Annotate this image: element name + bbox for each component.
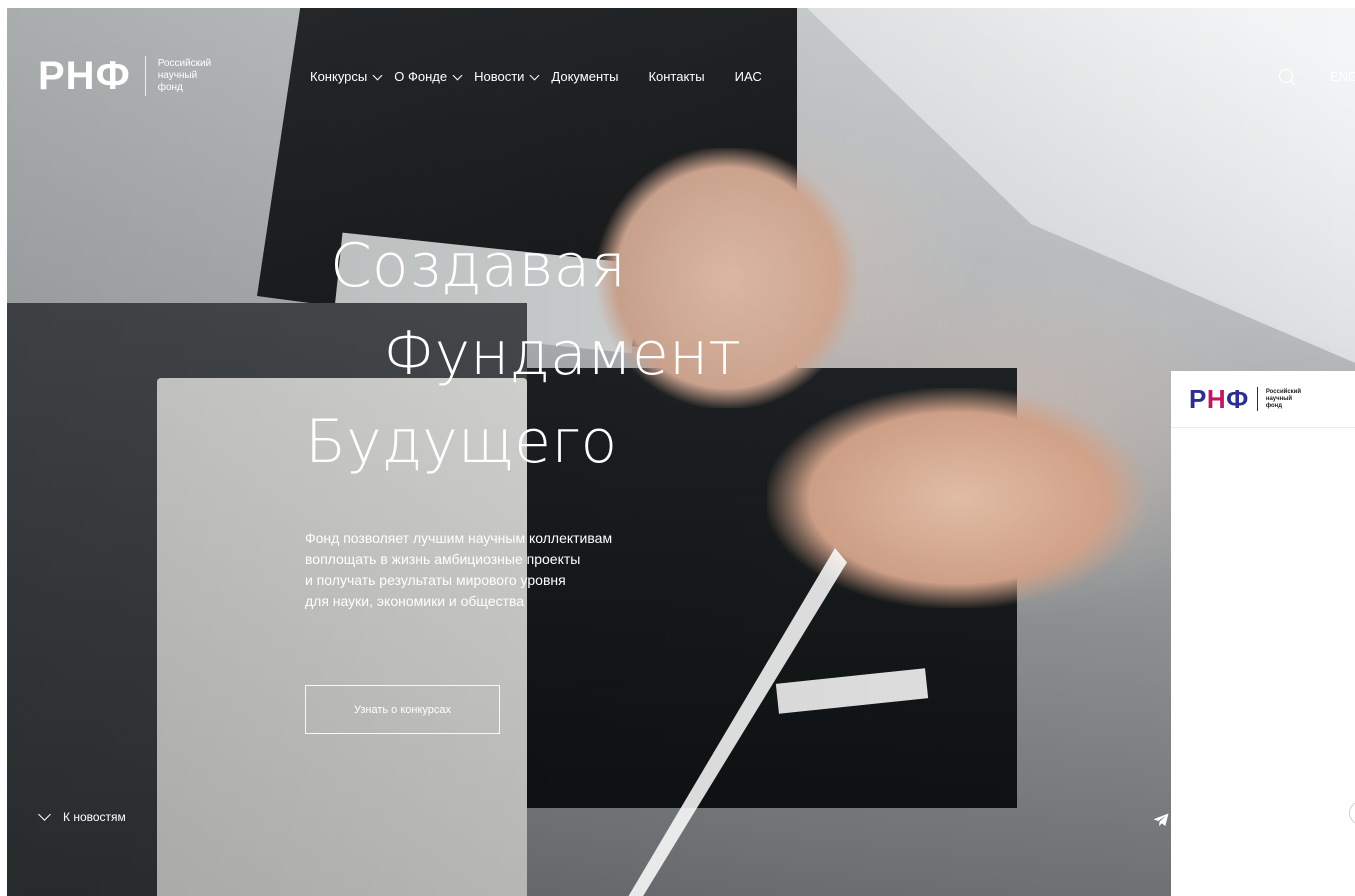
hero-lead-line: Фонд позволяет лучшим научным коллектива… <box>305 530 613 546</box>
panel-logo-mark[interactable]: РНФ <box>1189 386 1249 412</box>
panel-logo-subtitle-line: научный <box>1265 395 1293 402</box>
nav-item-label: Контакты <box>648 69 705 84</box>
logo-subtitle-line: Российский <box>157 58 212 69</box>
telegram-icon[interactable] <box>1153 813 1169 827</box>
panel-header: РНФ Российский научный фонд <box>1171 371 1355 428</box>
logo-mark: РНФ <box>38 54 131 98</box>
nav-item-label: О Фонде <box>394 69 448 84</box>
nav-item-ias[interactable]: ИАС <box>735 68 762 86</box>
nav-item-konkursy[interactable]: Конкурсы <box>310 68 383 86</box>
panel-logo-letter: Ф <box>1226 384 1249 414</box>
to-news-link[interactable]: К новостям <box>38 807 126 824</box>
nav-item-o-fonde[interactable]: О Фонде <box>394 68 463 86</box>
chevron-down-icon <box>372 70 383 80</box>
panel-logo-subtitle-line: Российский <box>1265 388 1302 395</box>
panel-logo-letter: Н <box>1206 384 1227 414</box>
chevron-down-icon <box>38 807 51 821</box>
to-news-label: К новостям <box>63 810 126 824</box>
search-icon[interactable] <box>1278 68 1296 86</box>
panel-circle-button[interactable] <box>1349 801 1355 825</box>
nav-item-kontakty[interactable]: Контакты <box>648 68 704 86</box>
panel-logo-letter: Р <box>1189 384 1207 414</box>
nav-item-label: Конкурсы <box>310 69 368 84</box>
nav-item-dokumenty[interactable]: Документы <box>551 68 618 86</box>
logo-divider <box>144 56 146 96</box>
nav-item-novosti[interactable]: Новости <box>474 68 540 86</box>
side-panel: РНФ Российский научный фонд <box>1171 371 1355 896</box>
hero-lead-line: и получать результаты мирового уровня <box>305 572 566 588</box>
panel-logo-subtitle-line: фонд <box>1265 402 1283 409</box>
logo-subtitle: Российский научный фонд <box>158 58 212 94</box>
chevron-down-icon <box>529 70 540 80</box>
language-switch[interactable]: ENG <box>1330 69 1355 84</box>
hero-lead-line: воплощать в жизнь амбициозные проекты <box>305 551 581 567</box>
nav-item-label: Документы <box>551 69 619 84</box>
chevron-down-icon <box>452 70 463 80</box>
hero-headline-line: Создавая <box>330 231 626 301</box>
hero-headline-line: Будущего <box>305 407 618 477</box>
hero-lead: Фонд позволяет лучшим научным коллектива… <box>305 528 685 612</box>
hero-headline-line: Фундамент <box>383 319 742 389</box>
site-logo[interactable]: РНФ Российский научный фонд <box>38 56 211 96</box>
hero-lead-line: для науки, экономики и общества <box>305 593 525 609</box>
panel-logo-divider <box>1256 387 1258 411</box>
logo-subtitle-line: фонд <box>157 82 183 93</box>
learn-contests-button[interactable]: Узнать о конкурсах <box>305 685 500 734</box>
panel-logo-subtitle: Российский научный фонд <box>1266 389 1301 410</box>
main-nav: Конкурсы О Фонде Новости Документы Конта… <box>310 68 775 86</box>
nav-item-label: Новости <box>474 69 525 84</box>
logo-subtitle-line: научный <box>157 70 198 81</box>
hero-headline: Создавая Фундамент Будущего <box>305 222 741 486</box>
nav-item-label: ИАС <box>734 69 762 84</box>
